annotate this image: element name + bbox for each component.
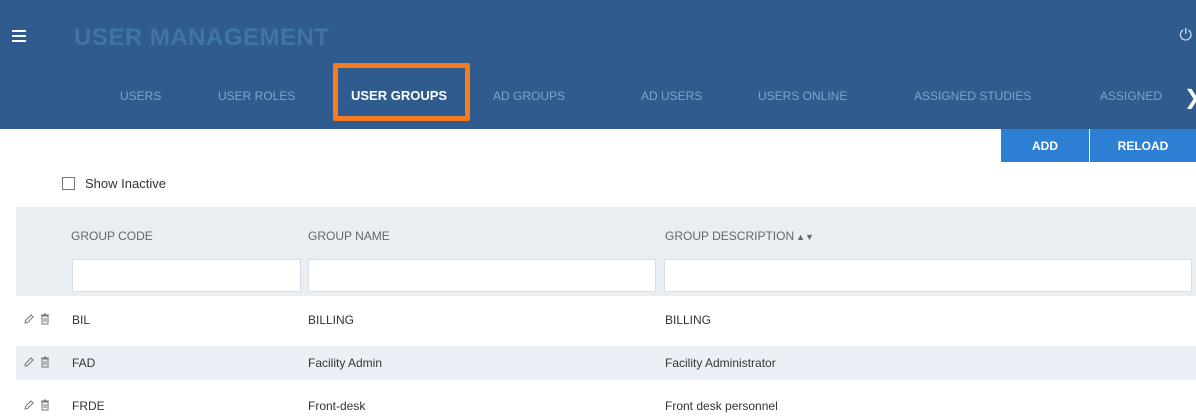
tab-assigned-studies[interactable]: ASSIGNED STUDIES (914, 89, 1031, 103)
column-header-group-name[interactable]: GROUP NAME (308, 229, 390, 243)
cell-group-name: Front-desk (308, 399, 366, 413)
cell-group-description: BILLING (665, 313, 712, 327)
group-name-filter-input[interactable] (308, 259, 656, 292)
show-inactive-label: Show Inactive (85, 176, 166, 191)
tab-ad-users[interactable]: AD USERS (641, 89, 702, 103)
column-header-group-code[interactable]: GROUP CODE (71, 229, 153, 243)
cell-group-name: Facility Admin (308, 356, 383, 370)
column-header-group-description-label: GROUP DESCRIPTION (665, 229, 795, 243)
tab-assigned[interactable]: ASSIGNED (1100, 89, 1162, 103)
cell-group-code: FRDE (72, 399, 105, 413)
reload-button[interactable]: RELOAD (1090, 129, 1196, 162)
tab-user-roles[interactable]: USER ROLES (218, 89, 295, 103)
sort-icon: ▲▼ (796, 232, 814, 242)
power-icon[interactable]: ⏻ (1179, 27, 1192, 45)
cell-group-description: Facility Administrator (665, 356, 776, 370)
cell-group-description: Front desk personnel (665, 399, 778, 413)
add-button[interactable]: ADD (1001, 129, 1089, 162)
tab-user-groups[interactable]: USER GROUPS (351, 88, 447, 103)
hamburger-icon[interactable] (12, 30, 26, 42)
chevron-right-icon[interactable]: ❯ (1184, 85, 1196, 110)
tab-users-online[interactable]: USERS ONLINE (758, 89, 847, 103)
show-inactive-checkbox[interactable] (62, 177, 75, 190)
table-row[interactable]: FAD Facility Admin Facility Administrato… (16, 346, 1196, 380)
top-bar: USER MANAGEMENT ⏻ (0, 0, 1196, 70)
group-code-filter-input[interactable] (72, 259, 301, 292)
table-header: GROUP CODE GROUP NAME GROUP DESCRIPTION ▲… (16, 207, 1196, 296)
cell-group-code: BIL (72, 313, 91, 327)
app-title: USER MANAGEMENT (74, 24, 330, 51)
trash-icon[interactable] (40, 356, 50, 368)
pencil-icon[interactable] (23, 356, 35, 368)
pencil-icon[interactable] (23, 313, 35, 325)
table-row[interactable]: BIL BILLING BILLING (16, 303, 1196, 337)
group-description-filter-input[interactable] (664, 259, 1192, 292)
trash-icon[interactable] (40, 313, 50, 325)
cell-group-code: FAD (72, 356, 96, 370)
tab-users[interactable]: USERS (120, 89, 161, 103)
table-row[interactable]: FRDE Front-desk Front desk personnel (16, 389, 1196, 419)
trash-icon[interactable] (40, 399, 50, 411)
column-header-group-description[interactable]: GROUP DESCRIPTION ▲▼ (665, 229, 814, 243)
cell-group-name: BILLING (308, 313, 355, 327)
pencil-icon[interactable] (23, 399, 35, 411)
tab-ad-groups[interactable]: AD GROUPS (493, 89, 565, 103)
tab-bar: USERS USER ROLES USER GROUPS AD GROUPS A… (0, 70, 1196, 129)
